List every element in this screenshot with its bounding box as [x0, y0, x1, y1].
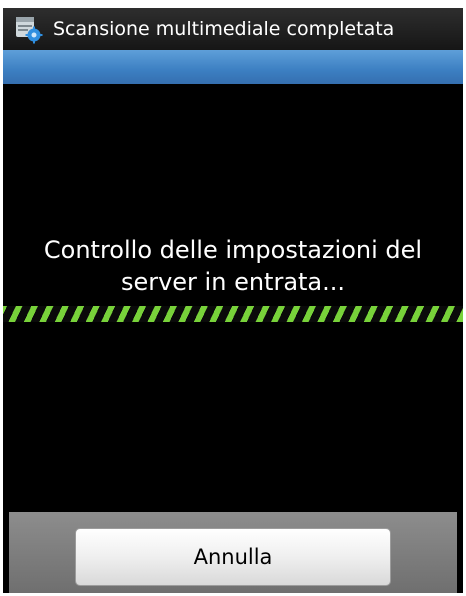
- media-scan-settings-icon: [13, 14, 43, 44]
- notification-text: Scansione multimediale completata: [53, 18, 395, 40]
- phone-screen: Scansione multimediale completata Contro…: [3, 8, 463, 593]
- indeterminate-progress-bar: [3, 306, 463, 322]
- progress-message: Controllo delle impostazioni del server …: [43, 236, 423, 296]
- dialog-title-bar: [3, 50, 463, 84]
- status-bar: Scansione multimediale completata: [3, 8, 463, 50]
- cancel-button[interactable]: Annulla: [75, 528, 391, 586]
- button-bar: Annulla: [9, 512, 457, 593]
